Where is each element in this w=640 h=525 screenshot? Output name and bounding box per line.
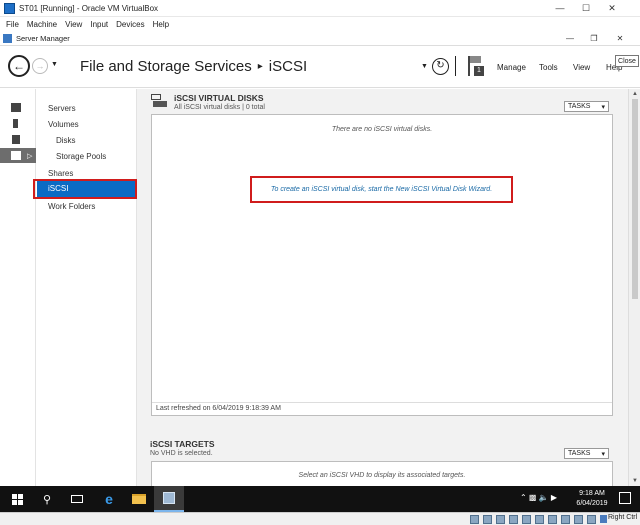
scroll-thumb[interactable] xyxy=(632,99,638,299)
internet-explorer-icon[interactable]: e xyxy=(94,486,124,512)
vbox-menu-input[interactable]: Input xyxy=(90,20,108,29)
new-iscsi-virtual-disk-wizard-link[interactable]: To create an iSCSI virtual disk, start t… xyxy=(250,176,513,203)
mouse-integration-status-icon[interactable] xyxy=(587,515,596,524)
forward-arrow-icon[interactable]: → xyxy=(32,58,48,74)
display-status-icon[interactable] xyxy=(548,515,557,524)
audio-status-icon[interactable] xyxy=(496,515,505,524)
virtual-disk-tile-icon xyxy=(151,94,167,108)
nav-item-shares[interactable]: Shares xyxy=(48,169,73,178)
left-icon-rail: ▷ xyxy=(0,89,36,486)
video-capture-status-icon[interactable] xyxy=(561,515,570,524)
notification-count-badge: 1 xyxy=(474,66,484,76)
header-dropdown-icon[interactable]: ▼ xyxy=(421,63,428,70)
vbox-title-bar: ST01 [Running] - Oracle VM VirtualBox — … xyxy=(0,0,640,17)
tray-date: 6/04/2019 xyxy=(576,500,608,507)
close-tooltip: Close xyxy=(615,55,639,67)
vbox-menu-file[interactable]: File xyxy=(6,20,19,29)
action-center-icon[interactable] xyxy=(619,492,631,504)
server-manager-window-title: Server Manager xyxy=(16,34,70,43)
nav-item-disks[interactable]: Disks xyxy=(56,136,76,145)
shared-folders-status-icon[interactable] xyxy=(535,515,544,524)
host-key-arrow-icon xyxy=(600,515,607,523)
chevron-down-icon: ▾ xyxy=(601,103,605,111)
breadcrumb-parent[interactable]: File and Storage Services xyxy=(80,58,252,75)
host-key-label: Right Ctrl xyxy=(608,514,638,521)
virtual-disks-title: iSCSI VIRTUAL DISKS xyxy=(174,93,264,103)
optical-drive-status-icon[interactable] xyxy=(483,515,492,524)
cpu-status-icon[interactable] xyxy=(574,515,583,524)
tray-time: 9:18 AM xyxy=(579,490,605,497)
vbox-menu-help[interactable]: Help xyxy=(153,20,169,29)
hard-disk-status-icon[interactable] xyxy=(470,515,479,524)
iscsi-targets-subtitle: No VHD is selected. xyxy=(150,450,213,457)
breadcrumb: File and Storage Services ▸ iSCSI xyxy=(80,58,307,75)
vbox-close-button[interactable]: ✕ xyxy=(600,0,624,17)
rail-local-server-icon[interactable] xyxy=(0,116,36,131)
sm-minimize-button[interactable]: — xyxy=(560,32,580,46)
iscsi-targets-empty-message: Select an iSCSI VHD to display its assoc… xyxy=(298,472,466,479)
iscsi-targets-panel: Select an iSCSI VHD to display its assoc… xyxy=(151,461,613,486)
nav-item-volumes[interactable]: Volumes xyxy=(48,120,79,129)
usb-status-icon[interactable] xyxy=(522,515,531,524)
main-content: iSCSI VIRTUAL DISKS All iSCSI virtual di… xyxy=(137,89,628,486)
vbox-menu-devices[interactable]: Devices xyxy=(116,20,144,29)
iscsi-highlight-box xyxy=(33,179,137,199)
manage-menu[interactable]: Manage xyxy=(497,63,526,72)
sm-restore-button[interactable]: ❐ xyxy=(584,32,604,46)
file-explorer-icon[interactable] xyxy=(124,486,154,512)
nav-item-work-folders[interactable]: Work Folders xyxy=(48,202,95,211)
start-button[interactable] xyxy=(2,486,32,512)
server-manager-title-bar: Server Manager — ❐ ✕ xyxy=(0,32,640,46)
windows-logo-icon xyxy=(11,493,23,505)
system-tray-icons[interactable]: ⌃ ▩ 🔈 ▶ xyxy=(520,493,557,502)
virtual-disks-empty-message: There are no iSCSI virtual disks. xyxy=(331,126,433,133)
iscsi-targets-title: iSCSI TARGETS xyxy=(150,439,215,449)
history-dropdown-icon[interactable]: ▼ xyxy=(51,61,58,68)
rail-all-servers-icon[interactable] xyxy=(0,132,36,147)
vbox-minimize-button[interactable]: — xyxy=(548,0,572,17)
notifications-flag-icon[interactable]: 1 xyxy=(468,56,484,78)
search-icon[interactable]: ⚲ xyxy=(32,486,62,512)
chevron-down-icon: ▾ xyxy=(601,450,605,458)
targets-tasks-button[interactable]: TASKS ▾ xyxy=(564,448,609,459)
tasks-label: TASKS xyxy=(568,450,591,457)
server-manager-taskbar-icon[interactable] xyxy=(154,486,184,512)
rail-file-storage-icon[interactable]: ▷ xyxy=(0,148,36,163)
refresh-icon[interactable]: ↻ xyxy=(432,58,449,75)
last-refreshed-status: Last refreshed on 6/04/2019 9:18:39 AM xyxy=(152,402,612,415)
nav-item-servers[interactable]: Servers xyxy=(48,104,76,113)
vbox-menu-machine[interactable]: Machine xyxy=(27,20,57,29)
server-manager-header: ← → ▼ File and Storage Services ▸ iSCSI … xyxy=(0,46,640,88)
windows-taskbar: ⚲ e ⌃ ▩ 🔈 ▶ 9:18 AM 6/04/2019 xyxy=(0,486,640,512)
breadcrumb-current: iSCSI xyxy=(268,58,308,75)
network-status-icon[interactable] xyxy=(509,515,518,524)
header-divider xyxy=(455,56,456,76)
expand-arrow-icon: ▷ xyxy=(27,152,33,160)
main-vertical-scrollbar[interactable]: ▲ ▼ xyxy=(628,89,640,486)
vbox-window-title: ST01 [Running] - Oracle VM VirtualBox xyxy=(19,3,159,13)
scroll-down-icon[interactable]: ▼ xyxy=(629,478,640,484)
nav-pane: Servers Volumes Disks Storage Pools Shar… xyxy=(37,89,137,486)
vbox-menu-bar: File Machine View Input Devices Help xyxy=(0,17,640,32)
back-arrow-icon[interactable]: ← xyxy=(8,55,30,77)
breadcrumb-separator-icon: ▸ xyxy=(257,61,263,72)
vbox-maximize-button[interactable]: ☐ xyxy=(574,0,598,17)
server-manager-icon xyxy=(3,34,12,43)
virtual-disks-tasks-button[interactable]: TASKS ▾ xyxy=(564,101,609,112)
scroll-up-icon[interactable]: ▲ xyxy=(629,91,640,97)
vbox-menu-view[interactable]: View xyxy=(65,20,82,29)
tools-menu[interactable]: Tools xyxy=(539,63,558,72)
rail-dashboard-icon[interactable] xyxy=(0,100,36,115)
virtual-disks-panel: There are no iSCSI virtual disks. To cre… xyxy=(151,114,613,416)
virtual-disks-subtitle: All iSCSI virtual disks | 0 total xyxy=(174,104,265,111)
tasks-label: TASKS xyxy=(568,103,591,110)
nav-item-storage-pools[interactable]: Storage Pools xyxy=(56,152,106,161)
sm-close-button[interactable]: ✕ xyxy=(610,32,630,46)
vbox-status-bar: Right Ctrl xyxy=(0,512,640,525)
tray-clock[interactable]: 9:18 AM 6/04/2019 xyxy=(570,489,614,509)
virtualbox-icon xyxy=(4,2,15,14)
view-menu[interactable]: View xyxy=(573,63,590,72)
task-view-icon[interactable] xyxy=(62,486,92,512)
